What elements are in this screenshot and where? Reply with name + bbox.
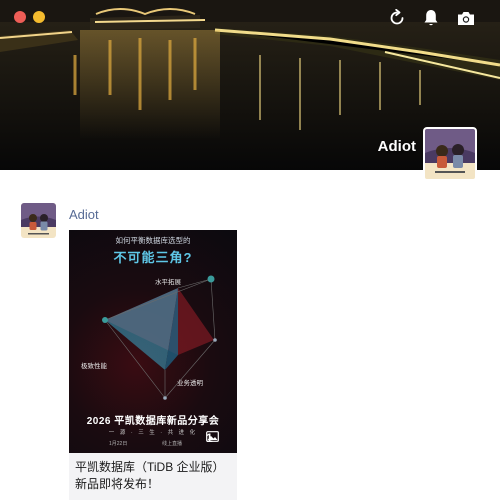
window-minimize-button[interactable] [33,11,45,23]
post-caption[interactable]: 平凯数据库（TiDB 企业版）新品即将发布！ [69,453,237,500]
camera-icon[interactable] [456,8,476,28]
post-image[interactable]: 如何平衡数据库选型的 不可能三角? 水平拓展 极致性能 业务透明 2026 平凯… [69,230,237,453]
image-headline: 不可能三角? [113,250,193,265]
image-icon [206,431,219,442]
profile-avatar[interactable] [423,127,477,181]
post-card[interactable]: 如何平衡数据库选型的 不可能三角? 水平拓展 极致性能 业务透明 2026 平凯… [69,230,237,500]
post-author-avatar[interactable] [21,203,56,238]
window-close-button[interactable] [14,11,26,23]
label-performance: 极致性能 [81,363,107,370]
refresh-icon[interactable] [387,8,407,28]
label-horizontal-scale: 水平拓展 [155,279,181,286]
image-question-text: 如何平衡数据库选型的 [115,236,191,245]
post-author-name[interactable]: Adiot [69,207,99,222]
event-title: 2026 平凯数据库新品分享会 [86,416,220,427]
bell-icon[interactable] [421,8,441,28]
event-date: 1月22日 [109,441,128,447]
event-live-label: 线上直播 [162,441,183,447]
image-count-badge: 1 [206,431,219,445]
profile-name[interactable]: Adiot [370,138,416,155]
label-transparency: 业务透明 [177,380,203,387]
